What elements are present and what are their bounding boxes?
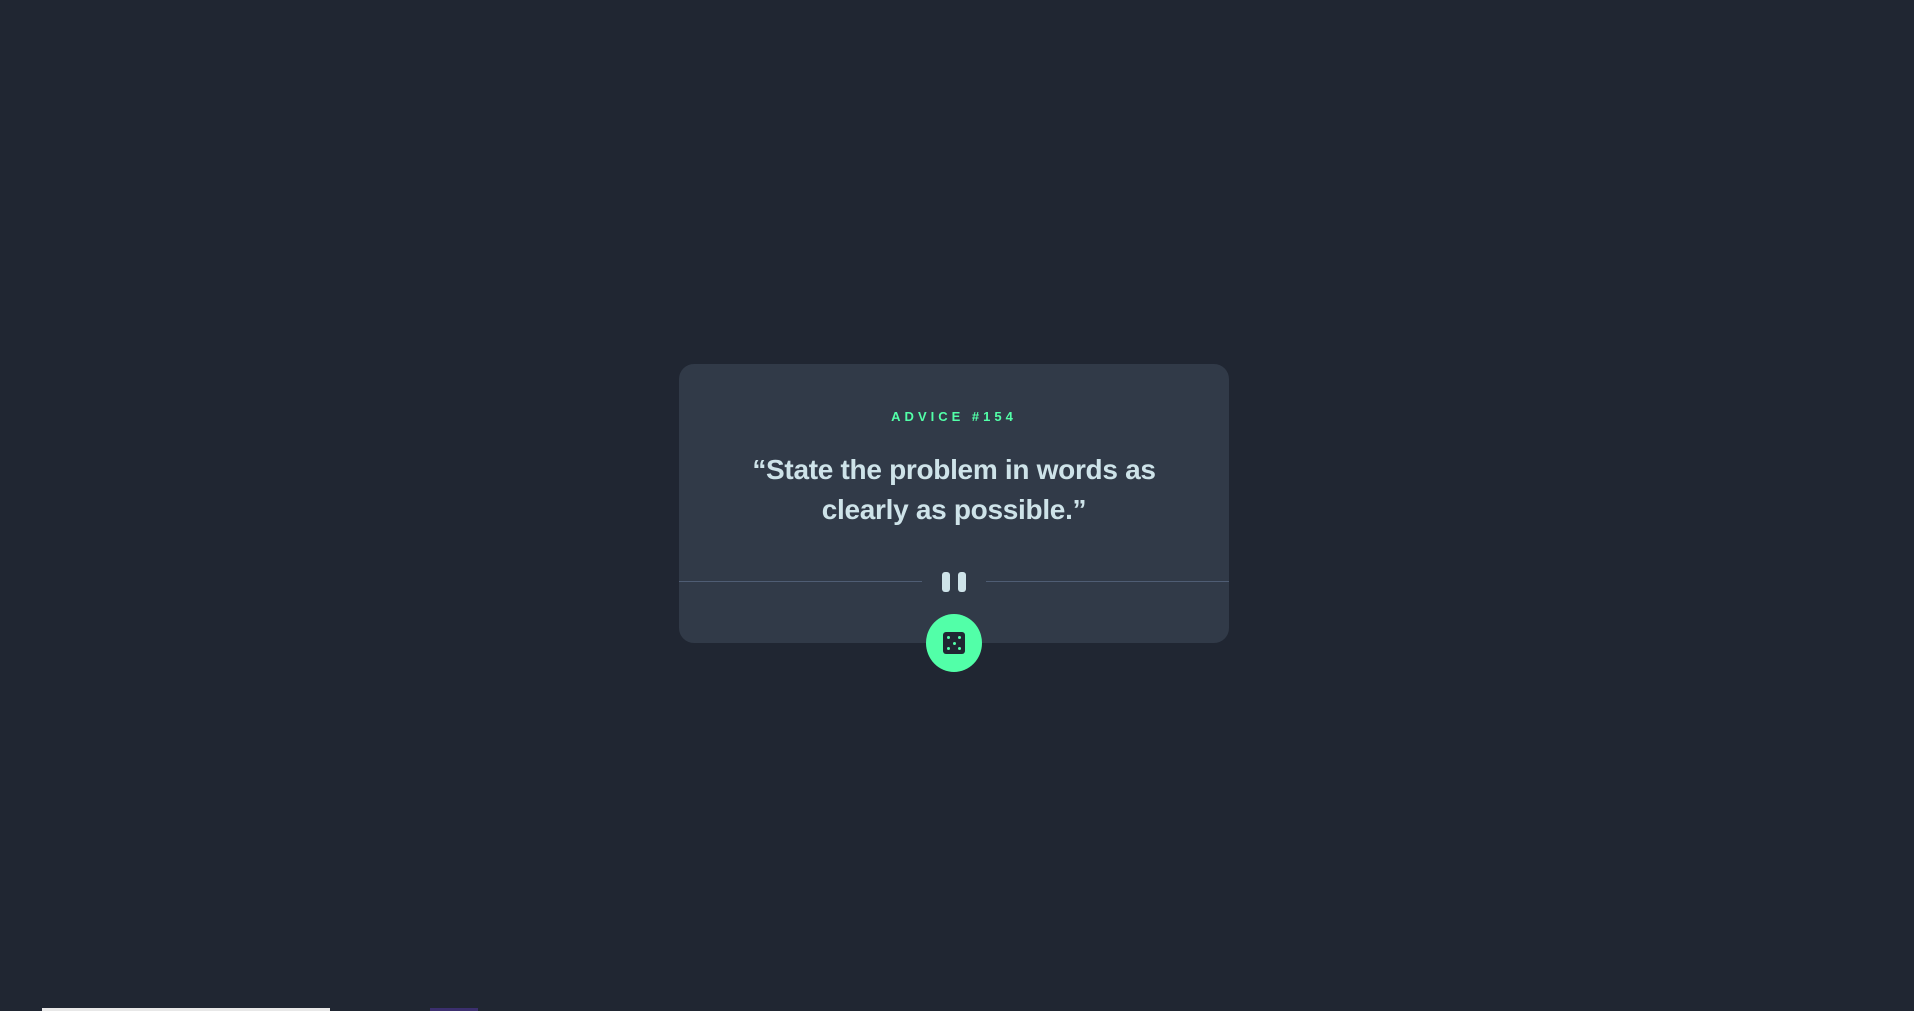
- pause-bar-left: [942, 572, 950, 592]
- divider-line-left: [679, 581, 922, 582]
- pattern-divider: [679, 570, 1229, 594]
- pause-bar-right: [958, 572, 966, 592]
- advice-number: ADVICE #154: [891, 409, 1017, 424]
- dice-icon: [943, 632, 965, 654]
- pause-icon: [940, 572, 968, 592]
- advice-page: ADVICE #154 “State the problem in words …: [0, 0, 1914, 1011]
- divider-line-right: [986, 581, 1229, 582]
- generate-advice-button[interactable]: [926, 614, 982, 672]
- advice-card: ADVICE #154 “State the problem in words …: [679, 364, 1229, 643]
- advice-quote: “State the problem in words as clearly a…: [752, 454, 1156, 525]
